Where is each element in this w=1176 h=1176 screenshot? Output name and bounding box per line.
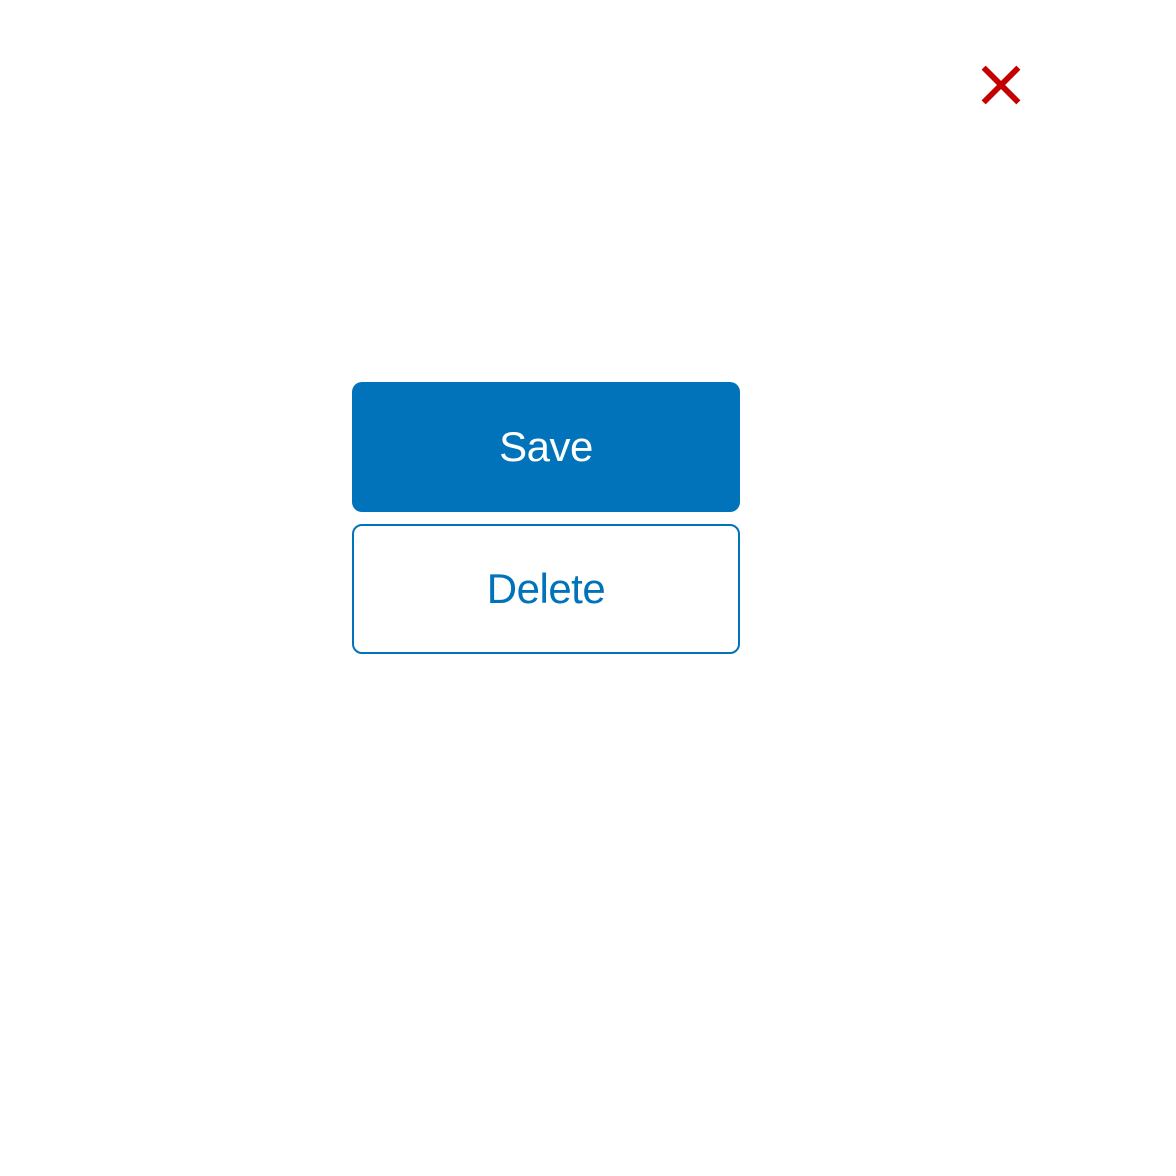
save-button-label: Save xyxy=(499,423,593,471)
button-group: Save Delete xyxy=(352,382,740,654)
delete-button[interactable]: Delete xyxy=(352,524,740,654)
save-button[interactable]: Save xyxy=(352,382,740,512)
close-button[interactable] xyxy=(976,60,1026,110)
close-icon xyxy=(978,62,1024,108)
delete-button-label: Delete xyxy=(487,565,605,613)
